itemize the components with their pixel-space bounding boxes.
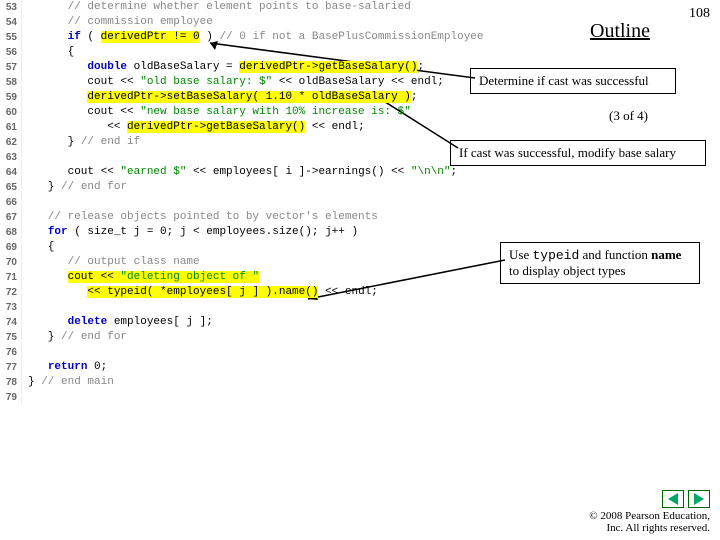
triangle-left-icon bbox=[668, 493, 678, 505]
outline-title: Outline bbox=[590, 20, 650, 43]
prev-button[interactable] bbox=[662, 490, 684, 508]
nav-controls bbox=[662, 490, 710, 508]
progress-indicator: (3 of 4) bbox=[609, 108, 648, 124]
page-number: 108 bbox=[689, 6, 710, 22]
copyright-footer: © 2008 Pearson Education, Inc. All right… bbox=[589, 510, 710, 534]
annotation-typeid: Use typeid and function name to display … bbox=[500, 242, 700, 284]
triangle-right-icon bbox=[694, 493, 704, 505]
next-button[interactable] bbox=[688, 490, 710, 508]
code-listing: 53 // determine whether element points t… bbox=[0, 0, 510, 405]
